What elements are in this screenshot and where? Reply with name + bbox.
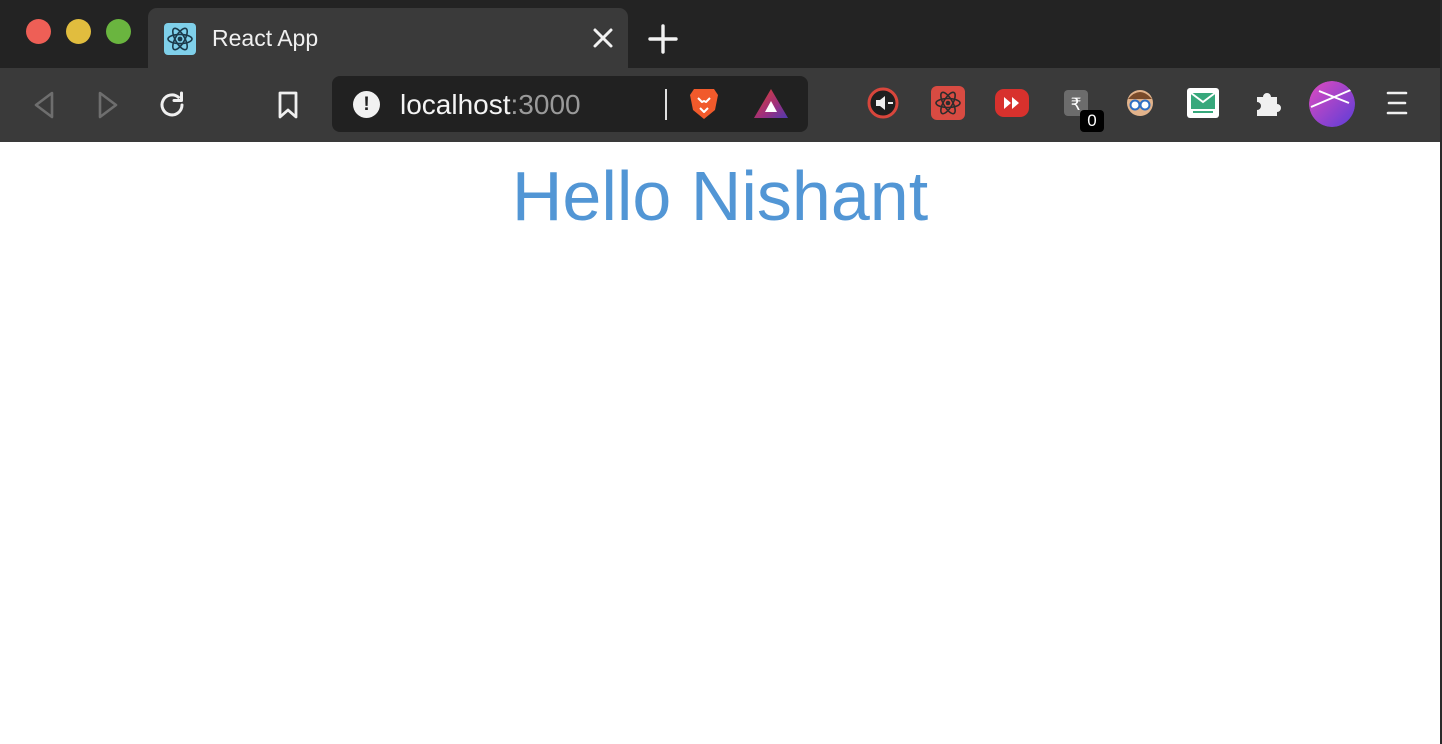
browser-toolbar: ! localhost:3000 ₹ [0,68,1440,142]
brave-shield-icon[interactable] [688,86,720,122]
window-minimize-button[interactable] [66,19,91,44]
tab-react-app[interactable]: React App [148,8,628,68]
bookmark-icon[interactable] [272,89,304,121]
volume-extension-icon[interactable] [866,86,900,120]
tab-close-icon[interactable] [590,25,616,51]
url-host: localhost [400,89,511,120]
omnibox-divider [665,89,667,120]
url-port: :3000 [510,89,581,120]
reload-icon[interactable] [156,89,188,121]
temp-mail-extension-icon[interactable] [1187,88,1219,118]
menu-icon[interactable] [1380,86,1414,120]
tab-strip: React App [0,0,1440,68]
tab-title: React App [212,25,319,51]
forward-arrow-icon[interactable] [92,89,124,121]
window-maximize-button[interactable] [106,19,131,44]
back-arrow-icon[interactable] [28,89,60,121]
video-speed-extension-icon[interactable] [995,89,1029,117]
greeting-heading: Hello Nishant [511,157,929,235]
url-text[interactable]: localhost:3000 [400,89,581,121]
extension-badge-count: 0 [1080,110,1104,132]
new-tab-plus-icon[interactable] [646,22,680,56]
brave-rewards-icon[interactable] [752,87,790,121]
profile-avatar-icon[interactable] [1309,81,1355,127]
page-content: Hello Nishant [0,142,1440,744]
address-bar[interactable]: ! localhost:3000 [332,76,808,132]
nerd-glasses-extension-icon[interactable] [1123,86,1157,120]
site-info-icon[interactable]: ! [353,91,380,118]
react-devtools-extension-icon[interactable] [931,86,965,120]
react-logo-icon [164,23,196,55]
window-close-button[interactable] [26,19,51,44]
puzzle-extensions-icon[interactable] [1251,86,1285,120]
browser-window: React App ! localhost:3000 ₹ 0 Hello Nis… [0,0,1442,744]
